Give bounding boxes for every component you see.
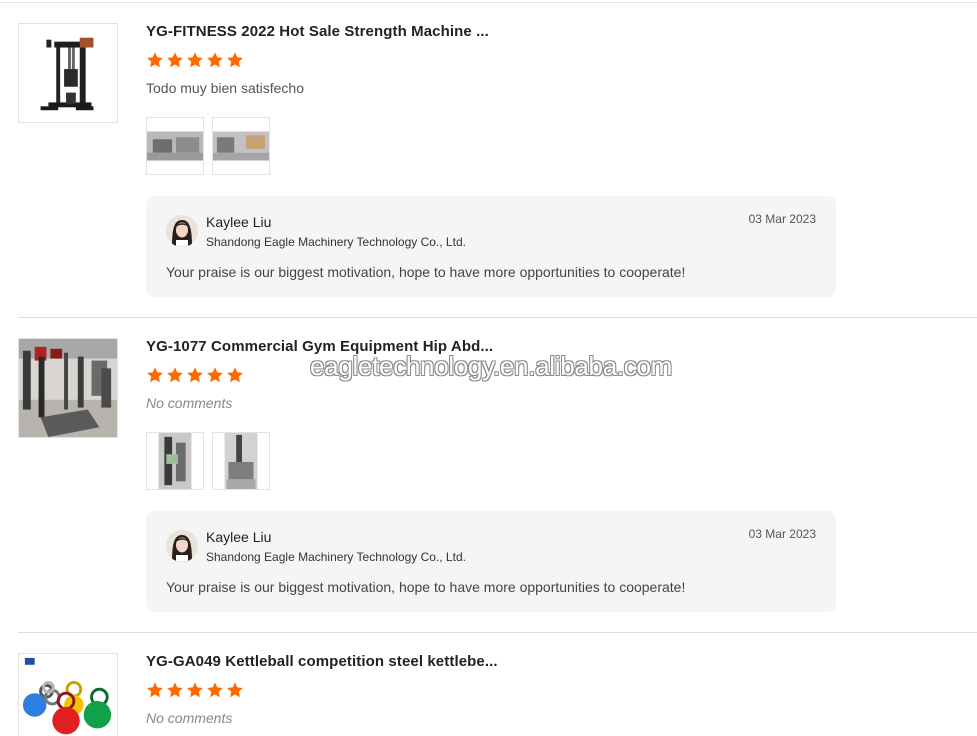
review-photo[interactable] <box>212 117 270 175</box>
star-icon <box>147 682 163 698</box>
reply-date: 03 Mar 2023 <box>748 212 816 226</box>
star-icon <box>227 682 243 698</box>
star-icon <box>207 52 223 68</box>
star-icon <box>167 367 183 383</box>
star-icon <box>227 367 243 383</box>
star-icon <box>167 52 183 68</box>
review-photo[interactable] <box>146 432 204 490</box>
product-thumbnail[interactable] <box>18 338 118 438</box>
seller-reply: Kaylee Liu Shandong Eagle Machinery Tech… <box>146 511 836 612</box>
star-rating <box>146 366 244 386</box>
star-rating <box>146 51 244 71</box>
avatar <box>166 530 198 562</box>
star-rating <box>146 681 244 701</box>
review-comment: Todo muy bien satisfecho <box>146 80 304 96</box>
replier-name: Kaylee Liu <box>206 214 272 230</box>
star-icon <box>207 367 223 383</box>
review-comment: No comments <box>146 710 233 726</box>
review-photos <box>146 432 270 490</box>
avatar <box>166 215 198 247</box>
reply-text: Your praise is our biggest motivation, h… <box>166 264 686 280</box>
review-divider <box>18 632 977 633</box>
product-title[interactable]: YG-FITNESS 2022 Hot Sale Strength Machin… <box>146 23 489 40</box>
star-icon <box>147 367 163 383</box>
review-photo[interactable] <box>146 117 204 175</box>
star-icon <box>207 682 223 698</box>
top-divider <box>0 2 977 3</box>
replier-company: Shandong Eagle Machinery Technology Co.,… <box>206 550 466 564</box>
kettlebell-image <box>19 654 117 736</box>
star-icon <box>167 682 183 698</box>
watermark: eagletechnology.en.alibaba.com <box>310 351 673 381</box>
product-title[interactable]: YG-GA049 Kettleball competition steel ke… <box>146 653 498 670</box>
replier-name: Kaylee Liu <box>206 529 272 545</box>
review-photo[interactable] <box>212 432 270 490</box>
star-icon <box>147 52 163 68</box>
star-icon <box>187 367 203 383</box>
gym-equipment-image <box>19 339 117 437</box>
reply-text: Your praise is our biggest motivation, h… <box>166 579 686 595</box>
review-photos <box>146 117 270 175</box>
star-icon <box>187 52 203 68</box>
reply-date: 03 Mar 2023 <box>748 527 816 541</box>
replier-company: Shandong Eagle Machinery Technology Co.,… <box>206 235 466 249</box>
product-thumbnail[interactable] <box>18 653 118 736</box>
review-divider <box>18 317 977 318</box>
star-icon <box>227 52 243 68</box>
seller-reply: Kaylee Liu Shandong Eagle Machinery Tech… <box>146 196 836 297</box>
star-icon <box>187 682 203 698</box>
strength-machine-image <box>19 24 117 122</box>
review-comment: No comments <box>146 395 233 411</box>
product-thumbnail[interactable] <box>18 23 118 123</box>
